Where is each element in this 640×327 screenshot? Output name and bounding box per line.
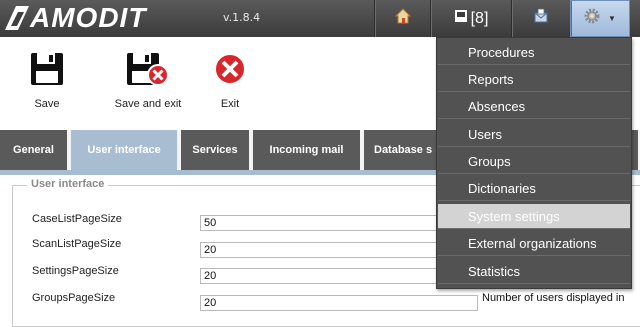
save-and-exit-label: Save and exit bbox=[114, 98, 182, 110]
case-list-page-size-label: CaseListPageSize bbox=[32, 213, 122, 225]
menu-item-procedures[interactable]: Procedures bbox=[438, 40, 630, 65]
amodit-logo-icon bbox=[2, 3, 32, 33]
settings-page-size-label: SettingsPageSize bbox=[32, 265, 119, 277]
scan-list-page-size-label: ScanListPageSize bbox=[32, 238, 122, 250]
menu-item-users[interactable]: Users bbox=[438, 122, 630, 147]
menu-item-system-settings[interactable]: System settings bbox=[438, 204, 630, 229]
notifications-button[interactable]: [8] bbox=[430, 0, 511, 37]
save-button[interactable]: Save bbox=[22, 51, 72, 110]
gear-icon bbox=[584, 8, 600, 29]
version-label: v.1.8.4 bbox=[223, 11, 261, 24]
settings-dropdown-menu: Procedures Reports Absences Users Groups… bbox=[436, 37, 632, 289]
tab-general[interactable]: General bbox=[0, 130, 69, 170]
floppy-disk-exit-icon bbox=[125, 53, 171, 90]
tab-user-interface[interactable]: User interface bbox=[71, 130, 179, 170]
inbox-icon bbox=[454, 9, 468, 28]
save-and-exit-button[interactable]: Save and exit bbox=[98, 51, 198, 110]
home-button[interactable] bbox=[374, 0, 430, 37]
menu-item-absences[interactable]: Absences bbox=[438, 94, 630, 119]
menu-item-statistics[interactable]: Statistics bbox=[438, 259, 630, 284]
groups-page-size-label: GroupsPageSize bbox=[32, 292, 116, 304]
home-icon bbox=[394, 8, 411, 29]
chevron-down-icon: ▼ bbox=[608, 14, 616, 23]
settings-menu-button[interactable]: ▼ bbox=[570, 0, 630, 37]
notification-count: [8] bbox=[470, 9, 489, 27]
floppy-disk-icon bbox=[29, 53, 65, 90]
mail-icon bbox=[533, 8, 549, 29]
menu-item-groups[interactable]: Groups bbox=[438, 149, 630, 174]
groups-page-size-input[interactable]: 20 bbox=[200, 295, 478, 311]
mail-button[interactable] bbox=[511, 0, 570, 37]
tab-services[interactable]: Services bbox=[181, 130, 251, 170]
logo[interactable]: AMODIT bbox=[2, 2, 146, 34]
save-label: Save bbox=[34, 98, 60, 110]
exit-label: Exit bbox=[220, 98, 240, 110]
menu-item-reports[interactable]: Reports bbox=[438, 67, 630, 92]
fieldset-legend: User interface bbox=[27, 178, 109, 190]
tab-incoming-mail[interactable]: Incoming mail bbox=[253, 130, 362, 170]
logo-text: AMODIT bbox=[30, 2, 147, 33]
groups-page-size-note: Number of users displayed in bbox=[482, 292, 625, 304]
menu-item-external-organizations[interactable]: External organizations bbox=[438, 231, 630, 256]
menu-item-dictionaries[interactable]: Dictionaries bbox=[438, 176, 630, 201]
exit-button[interactable]: Exit bbox=[205, 51, 255, 110]
top-bar: AMODIT v.1.8.4 [8] ▼ bbox=[0, 0, 640, 37]
close-icon bbox=[212, 53, 248, 90]
